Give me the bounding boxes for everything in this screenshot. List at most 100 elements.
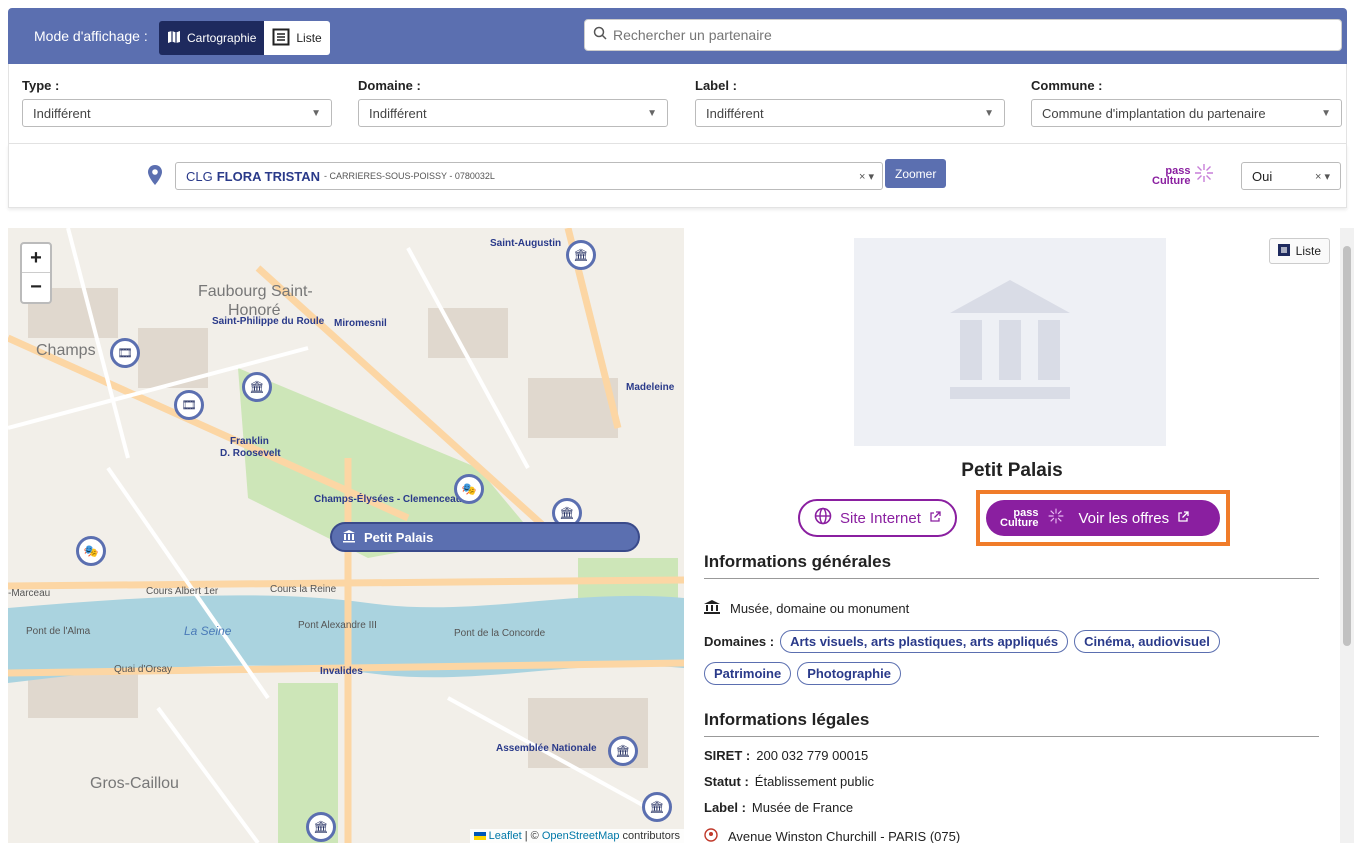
siret-value: 200 032 779 00015: [756, 748, 869, 763]
liste-button[interactable]: Liste: [1268, 238, 1330, 264]
pass-culture-select[interactable]: Oui × ▾: [1241, 162, 1341, 190]
siret-row: SIRET : 200 032 779 00015: [704, 748, 868, 763]
site-internet-label: Site Internet: [840, 509, 921, 527]
label-label: Label :: [704, 800, 746, 815]
scrollbar-thumb[interactable]: [1343, 246, 1351, 646]
theatre-masks-icon: 🎭: [461, 482, 477, 496]
filter-type-select[interactable]: Indifférent ▼: [22, 99, 332, 127]
poi-library-marker[interactable]: 🏛: [642, 792, 672, 822]
mode-liste-label: Liste: [296, 31, 322, 45]
filter-type: Type : Indifférent ▼: [22, 78, 332, 127]
poi-museum-marker[interactable]: 🏛: [608, 736, 638, 766]
partner-search[interactable]: [584, 19, 1342, 51]
filter-domaine: Domaine : Indifférent ▼: [358, 78, 668, 127]
filter-commune-label: Commune :: [1031, 78, 1103, 93]
poi-museum-marker[interactable]: 🏛: [306, 812, 336, 842]
map-label-saint-augustin: Saint-Augustin: [490, 238, 562, 249]
filter-label-select[interactable]: Indifférent ▼: [695, 99, 1005, 127]
external-link-icon: [929, 510, 941, 527]
pass-culture-clear[interactable]: × ▾: [1315, 170, 1330, 183]
map-label-concorde: Pont de la Concorde: [454, 628, 546, 639]
museum-icon: 🏛: [573, 248, 589, 262]
filters-row: Type : Indifférent ▼ Domaine : Indiffére…: [8, 64, 1347, 144]
filter-commune: Commune : Commune d'implantation du part…: [1031, 78, 1342, 127]
leaflet-link[interactable]: Leaflet: [489, 830, 522, 842]
museum-icon: 🏛: [559, 506, 575, 520]
search-icon: [593, 26, 607, 45]
etablissement-clear[interactable]: × ▾: [859, 170, 874, 183]
mode-label: Mode d'affichage :: [34, 28, 148, 44]
voir-offres-highlight: pass Culture Voir les offres: [976, 490, 1230, 546]
label-row: Label : Musée de France: [704, 800, 853, 815]
map-label-seine: La Seine: [184, 624, 232, 638]
map[interactable]: + − Faubourg Saint- Honoré Champs Gros-C…: [8, 228, 684, 843]
filter-domaine-select[interactable]: Indifférent ▼: [358, 99, 668, 127]
site-internet-button[interactable]: Site Internet: [798, 499, 957, 537]
domaine-tag[interactable]: Photographie: [797, 662, 901, 685]
filter-type-label: Type :: [22, 78, 60, 93]
partner-image-placeholder: [854, 238, 1166, 446]
ticket-icon: 🎞: [117, 346, 133, 360]
map-label-champs: Champs: [36, 342, 96, 359]
chevron-down-icon: ▼: [1321, 107, 1331, 119]
mode-toggle: Cartographie Liste: [159, 21, 330, 55]
etablissement-row: CLG FLORA TRISTAN - CARRIERES-SOUS-POISS…: [8, 144, 1347, 208]
zoomer-button[interactable]: Zoomer: [885, 159, 947, 188]
filter-label-label: Label :: [695, 78, 737, 93]
selected-partner-popup[interactable]: Petit Palais: [330, 522, 640, 552]
domaines-label: Domaines :: [704, 634, 775, 649]
filter-domaine-value: Indifférent: [369, 105, 427, 121]
domaine-tag[interactable]: Cinéma, audiovisuel: [1074, 630, 1220, 653]
filter-commune-select[interactable]: Commune d'implantation du partenaire ▼: [1031, 99, 1342, 127]
museum-icon: [945, 275, 1075, 410]
location-pin-icon: [704, 828, 718, 843]
zoom-in-button[interactable]: +: [22, 244, 50, 273]
label-value: Musée de France: [751, 800, 854, 815]
partner-title: Petit Palais: [961, 460, 1063, 481]
map-label-miromesnil: Miromesnil: [334, 318, 387, 329]
map-label-invalides: Invalides: [320, 666, 363, 677]
poi-cinema-marker[interactable]: 🎞: [174, 390, 204, 420]
map-label-assemblee: Assemblée Nationale: [496, 743, 597, 754]
search-input[interactable]: [613, 27, 1287, 43]
poi-museum-marker[interactable]: 🏛: [566, 240, 596, 270]
poi-cinema-marker[interactable]: 🎞: [110, 338, 140, 368]
mode-liste-button[interactable]: Liste: [264, 21, 330, 55]
sparkle-icon: [1193, 162, 1215, 189]
map-icon: [167, 30, 181, 47]
domaines-row: Domaines : Arts visuels, arts plastiques…: [704, 630, 1220, 653]
poi-theatre-marker[interactable]: 🎭: [454, 474, 484, 504]
etablissement-sub: - CARRIERES-SOUS-POISSY - 0780032L: [324, 171, 495, 181]
pass-logo-top: pass: [1165, 164, 1191, 177]
library-icon: 🏛: [649, 800, 665, 814]
poi-theatre-marker[interactable]: 🎭: [76, 536, 106, 566]
domaine-tag[interactable]: Patrimoine: [704, 662, 792, 685]
museum-icon: 🏛: [313, 820, 329, 834]
map-label-marceau: -Marceau: [8, 588, 51, 599]
voir-offres-button[interactable]: pass Culture Voir les offres: [986, 500, 1220, 536]
attribution-sep: | ©: [521, 830, 542, 842]
ticket-icon: 🎞: [181, 398, 197, 412]
category-row: Musée, domaine ou monument: [704, 600, 909, 617]
zoom-out-button[interactable]: −: [22, 273, 50, 302]
domaine-tag[interactable]: Arts visuels, arts plastiques, arts appl…: [780, 630, 1069, 653]
museum-icon: [342, 529, 356, 546]
mode-cartographie-button[interactable]: Cartographie: [159, 21, 265, 55]
domaines-row-2: Patrimoine Photographie: [704, 662, 901, 685]
museum-icon: 🏛: [615, 744, 631, 758]
attribution-tail: contributors: [619, 830, 680, 842]
museum-icon: [704, 600, 720, 617]
map-label-alma: Pont de l'Alma: [26, 626, 91, 637]
statut-value: Établissement public: [754, 774, 875, 789]
poi-museum-marker[interactable]: 🏛: [242, 372, 272, 402]
popup-label: Petit Palais: [364, 529, 434, 545]
list-icon: [1277, 243, 1290, 259]
map-label-cours-reine: Cours la Reine: [270, 584, 337, 595]
osm-link[interactable]: OpenStreetMap: [542, 830, 620, 842]
etablissement-select[interactable]: CLG FLORA TRISTAN - CARRIERES-SOUS-POISS…: [175, 162, 883, 190]
pass-culture-mini-logo: pass Culture: [1000, 508, 1039, 529]
sparkle-icon: [1047, 507, 1065, 529]
map-label-roosevelt: D. Roosevelt: [220, 448, 281, 459]
liste-label: Liste: [1295, 244, 1321, 258]
panel-scrollbar[interactable]: [1340, 228, 1354, 843]
